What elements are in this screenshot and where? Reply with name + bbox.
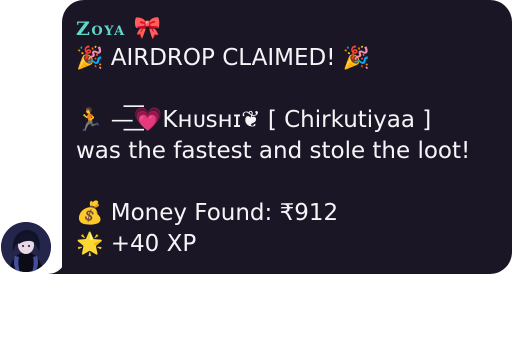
message-bubble[interactable]: Zoya 🎀 🎉 AIRDROP CLAIMED! 🎉 🏃 —͟͞💗Kʜᴜsʜɪ… — [62, 0, 512, 274]
runner-icon: 🏃 — [76, 108, 104, 133]
headline-text: AIRDROP CLAIMED! — [110, 45, 336, 71]
star-icon: 🌟 — [76, 232, 104, 257]
money-line: 💰 Money Found: ₹912 — [76, 198, 512, 229]
money-text: Money Found: ₹912 — [110, 200, 339, 226]
winner-action-text: was the fastest and stole the loot! — [76, 138, 471, 164]
chat-stage: Zoya 🎀 🎉 AIRDROP CLAIMED! 🎉 🏃 —͟͞💗Kʜᴜsʜɪ… — [0, 0, 512, 350]
money-bag-icon: 💰 — [76, 201, 104, 226]
avatar-image — [1, 222, 51, 272]
party-popper-icon: 🎉 — [342, 46, 371, 71]
headline-line: 🎉 AIRDROP CLAIMED! 🎉 — [76, 43, 512, 74]
winner-name: —͟͞💗Kʜᴜsʜɪ❦ [ Chirkutiyaa ] — [110, 107, 432, 133]
xp-text: +40 XP — [110, 231, 197, 257]
sender-name[interactable]: Zoya — [76, 18, 126, 40]
sender-name-row[interactable]: Zoya 🎀 — [76, 13, 512, 43]
ribbon-icon: 🎀 — [133, 15, 162, 41]
winner-line: 🏃 —͟͞💗Kʜᴜsʜɪ❦ [ Chirkutiyaa ] — [76, 105, 512, 136]
party-popper-icon: 🎉 — [76, 46, 104, 71]
avatar[interactable] — [1, 222, 51, 272]
xp-line: 🌟 +40 XP — [76, 229, 512, 260]
